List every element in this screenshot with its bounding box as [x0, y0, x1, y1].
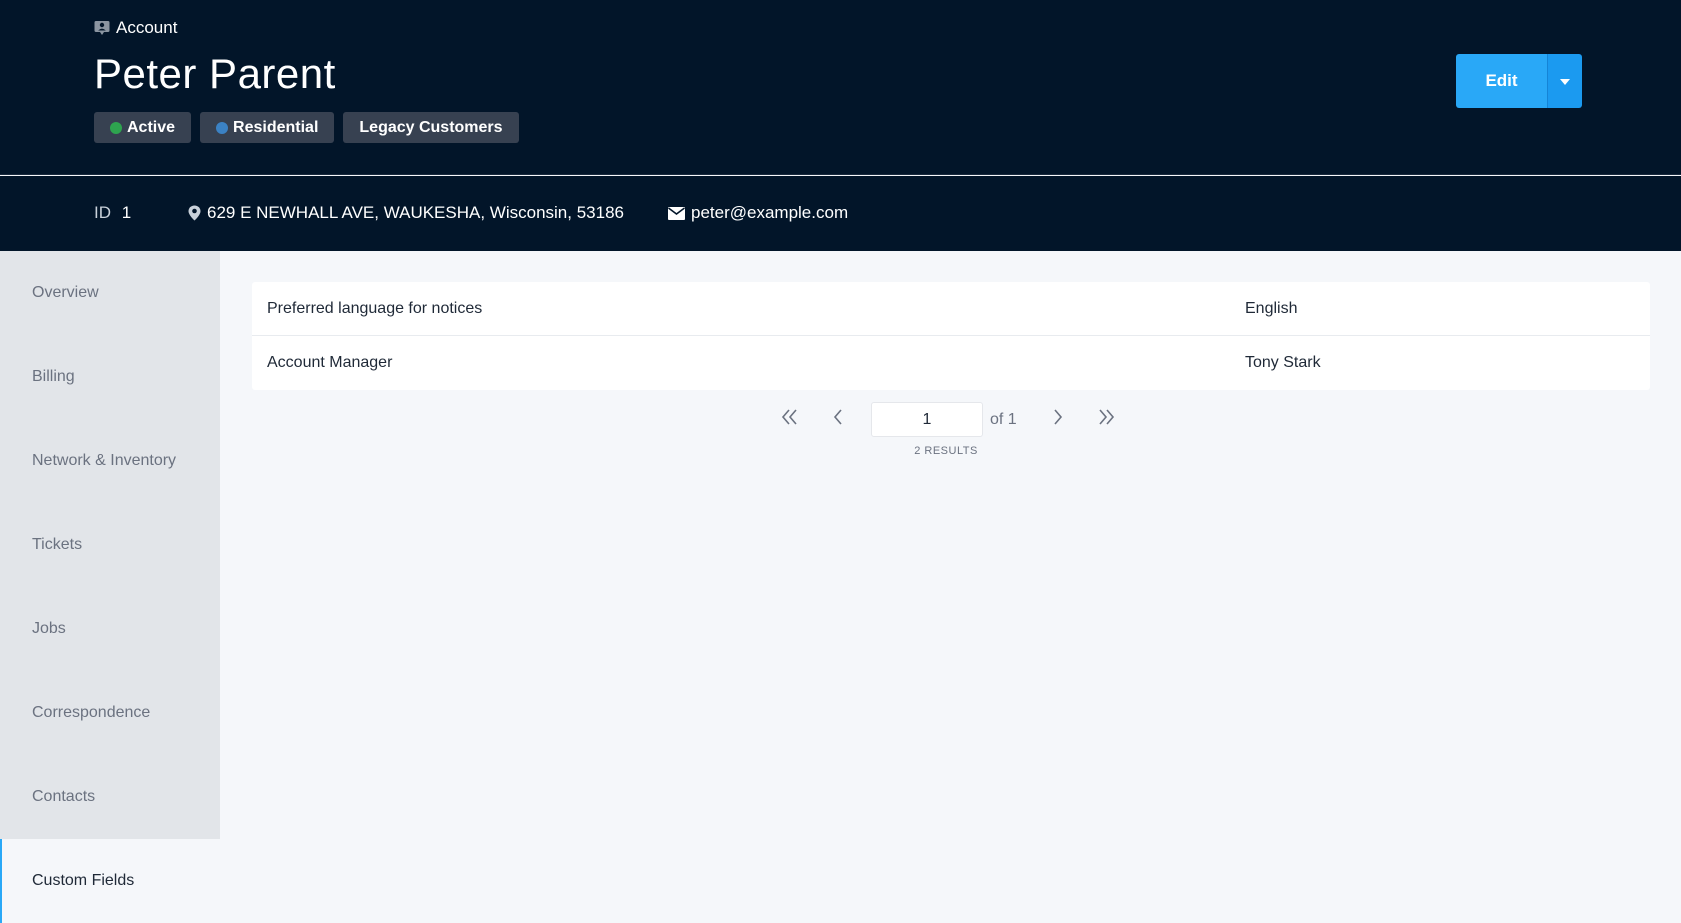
- account-id: ID 1: [94, 203, 131, 223]
- chevrons-double-left-icon: [781, 409, 799, 430]
- sidebar-item-label: Contacts: [32, 788, 96, 805]
- group-badge-legacy: Legacy Customers: [343, 112, 519, 143]
- results-count: 2 RESULTS: [914, 445, 978, 457]
- edit-button[interactable]: Edit: [1456, 54, 1547, 108]
- sidebar-item-jobs[interactable]: Jobs: [0, 587, 220, 671]
- table-row: Account Manager Tony Stark: [252, 336, 1650, 390]
- status-dot: [110, 121, 122, 134]
- pagination: of 1: [775, 402, 1121, 437]
- sidebar-item-label: Billing: [32, 368, 75, 385]
- sidebar-item-overview[interactable]: Overview: [0, 251, 220, 335]
- sidebar-item-label: Network & Inventory: [32, 452, 177, 469]
- chevron-left-icon: [833, 409, 843, 430]
- next-page-button[interactable]: [1043, 405, 1073, 435]
- table-row: Preferred language for notices English: [252, 282, 1650, 336]
- sidebar-item-tickets[interactable]: Tickets: [0, 503, 220, 587]
- email-text: peter@example.com: [691, 203, 849, 222]
- field-name: Account Manager: [267, 354, 393, 371]
- status-badge-active: Active: [94, 112, 192, 143]
- sidebar-item-label: Custom Fields: [32, 872, 135, 889]
- field-name: Preferred language for notices: [267, 299, 483, 317]
- status-badges: Active Residential Legacy Customers: [94, 112, 519, 143]
- sidebar-item-label: Jobs: [32, 620, 66, 637]
- breadcrumb-label: Account: [116, 18, 178, 37]
- sidebar-item-correspondence[interactable]: Correspondence: [0, 671, 220, 755]
- caret-down-icon: [1560, 72, 1570, 90]
- page-title: Peter Parent: [94, 50, 336, 97]
- edit-split-button: Edit: [1456, 54, 1582, 108]
- account-card-icon: [94, 20, 110, 36]
- sidebar-item-label: Overview: [32, 284, 99, 301]
- account-address[interactable]: 629 E NEWHALL AVE, WAUKESHA, Wisconsin, …: [188, 203, 624, 223]
- previous-page-button[interactable]: [823, 405, 853, 435]
- sidebar-item-custom-fields[interactable]: Custom Fields: [0, 839, 220, 923]
- sidebar-item-billing[interactable]: Billing: [0, 335, 220, 419]
- first-page-button[interactable]: [775, 405, 805, 435]
- id-label: ID: [94, 203, 111, 222]
- account-header: Account Peter Parent Active Residential …: [0, 0, 1681, 175]
- chevrons-double-right-icon: [1097, 409, 1115, 430]
- badge-label: Legacy Customers: [359, 118, 503, 136]
- edit-dropdown-toggle[interactable]: [1547, 54, 1582, 108]
- type-dot: [216, 121, 229, 134]
- page-count-label: of 1: [990, 410, 1017, 428]
- badge-label: Active: [127, 118, 176, 136]
- field-value: English: [1245, 299, 1298, 317]
- id-value: 1: [121, 203, 132, 222]
- envelope-icon: [668, 206, 685, 220]
- badge-label: Residential: [233, 118, 319, 136]
- sidebar-item-contacts[interactable]: Contacts: [0, 755, 220, 839]
- custom-fields-table: Preferred language for notices English A…: [252, 282, 1650, 390]
- sidebar-item-label: Correspondence: [32, 704, 151, 721]
- map-pin-icon: [188, 205, 201, 221]
- page-number-input[interactable]: [871, 402, 983, 437]
- breadcrumb[interactable]: Account: [94, 18, 177, 38]
- account-info-bar: ID 1 629 E NEWHALL AVE, WAUKESHA, Wiscon…: [0, 176, 1681, 251]
- sidebar-item-network-inventory[interactable]: Network & Inventory: [0, 419, 220, 503]
- account-email[interactable]: peter@example.com: [668, 203, 848, 223]
- sidebar-item-label: Tickets: [32, 536, 83, 553]
- field-value: Tony Stark: [1245, 354, 1321, 371]
- account-sidebar: Overview Billing Network & Inventory Tic…: [0, 251, 220, 923]
- address-text: 629 E NEWHALL AVE, WAUKESHA, Wisconsin, …: [207, 203, 624, 222]
- chevron-right-icon: [1053, 409, 1063, 430]
- last-page-button[interactable]: [1091, 405, 1121, 435]
- type-badge-residential: Residential: [200, 112, 335, 143]
